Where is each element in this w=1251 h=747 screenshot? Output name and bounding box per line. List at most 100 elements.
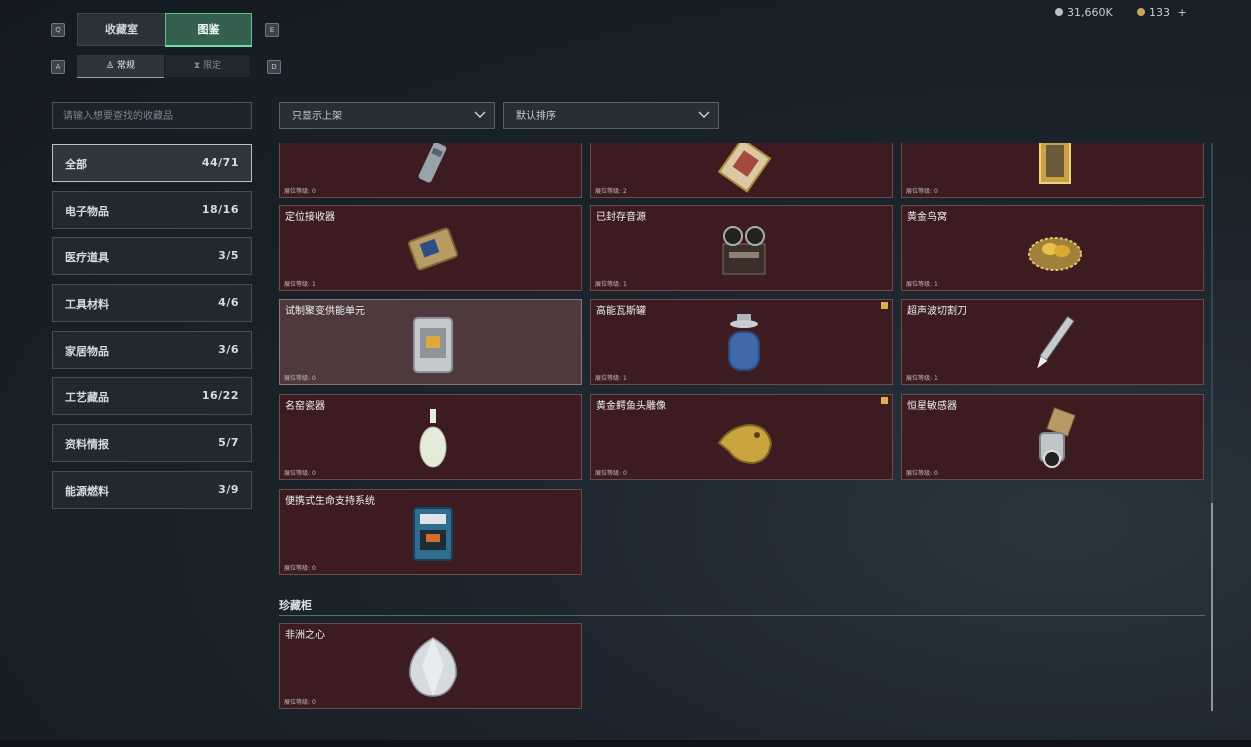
silver-amount: 31,660K — [1067, 6, 1113, 19]
category-energy[interactable]: 能源燃料 3/9 — [52, 471, 252, 509]
key-a: A — [51, 60, 65, 74]
fusion-unit-icon — [413, 317, 453, 373]
item-name: 名窑瓷器 — [285, 401, 325, 412]
tab-codex[interactable]: 图鉴 — [165, 13, 252, 47]
display-level: 展位等级: 0 — [906, 188, 938, 195]
key-q: Q — [51, 23, 65, 37]
life-support-icon — [413, 507, 453, 561]
category-label: 能源燃料 — [65, 485, 109, 498]
shelf-filter-value: 只显示上架 — [292, 111, 342, 122]
item-name: 黄金鸟窝 — [907, 212, 947, 223]
item-name: 超声波切割刀 — [907, 306, 967, 317]
tape-recorder-icon — [722, 226, 766, 275]
star-sensor-icon — [1039, 407, 1076, 468]
item-card[interactable]: 定位接收器 展位等级: 1 — [279, 205, 582, 291]
item-name: 高能瓦斯罐 — [596, 306, 646, 317]
category-label: 工具材料 — [65, 298, 109, 311]
category-crafts[interactable]: 工艺藏品 16/22 — [52, 377, 252, 415]
item-card[interactable]: 黄金鸟窝 展位等级: 1 — [901, 205, 1204, 291]
hourglass-icon: ⧗ — [193, 61, 201, 71]
item-card[interactable]: 展位等级: 0 — [279, 143, 582, 198]
item-card[interactable]: 已封存音源 展位等级: 1 — [590, 205, 893, 291]
category-label: 电子物品 — [65, 205, 109, 218]
painting-card-icon — [717, 143, 772, 193]
category-tools[interactable]: 工具材料 4/6 — [52, 284, 252, 322]
scrollbar-thumb[interactable] — [1211, 503, 1213, 711]
section-divider — [279, 615, 1205, 616]
item-card[interactable]: 便携式生命支持系统 展位等级: 0 — [279, 489, 582, 575]
flashlight-icon — [418, 143, 447, 183]
category-count: 3/9 — [218, 483, 239, 496]
key-e: E — [265, 23, 279, 37]
gold-coin-icon — [1137, 8, 1145, 16]
category-household[interactable]: 家居物品 3/6 — [52, 331, 252, 369]
treasure-section-title: 珍藏柜 — [279, 599, 312, 612]
category-label: 医疗道具 — [65, 251, 109, 264]
display-level: 展位等级: 1 — [906, 375, 938, 382]
display-level: 展位等级: 0 — [284, 470, 316, 477]
category-label: 资料情报 — [65, 438, 109, 451]
gold-statue-icon — [717, 423, 773, 465]
gold-amount: 133 — [1149, 6, 1170, 19]
item-name: 试制聚变供能单元 — [285, 306, 365, 317]
subtab-regular[interactable]: ♙ 常规 — [77, 55, 164, 78]
subtab-regular-label: 常规 — [116, 61, 135, 71]
item-card[interactable]: 展位等级: 2 — [590, 143, 893, 198]
category-count: 3/5 — [218, 249, 239, 262]
gas-tank-icon — [728, 314, 760, 371]
category-count: 3/6 — [218, 343, 239, 356]
search-input[interactable]: 请输入想要查找的收藏品 — [52, 102, 252, 129]
display-level: 展位等级: 1 — [595, 375, 627, 382]
warning-badge — [881, 302, 888, 309]
display-level: 展位等级: 2 — [595, 188, 627, 195]
bottom-bar — [0, 740, 1251, 747]
subtab-limited-label: 限定 — [203, 61, 222, 71]
flask-icon: ♙ — [106, 61, 115, 71]
tab-collection-room[interactable]: 收藏室 — [77, 13, 166, 46]
item-name: 恒星敏感器 — [907, 401, 957, 412]
category-all[interactable]: 全部 44/71 — [52, 144, 252, 182]
item-card[interactable]: 高能瓦斯罐 展位等级: 1 — [590, 299, 893, 385]
warning-badge — [881, 397, 888, 404]
item-name: 便携式生命支持系统 — [285, 496, 375, 507]
item-name: 非洲之心 — [285, 630, 325, 641]
item-card[interactable]: 展位等级: 0 — [901, 143, 1204, 198]
category-count: 44/71 — [201, 156, 239, 169]
display-level: 展位等级: 0 — [906, 470, 938, 477]
scrollbar[interactable] — [1211, 143, 1213, 711]
sort-dropdown[interactable]: 默认排序 — [503, 102, 719, 129]
item-card[interactable]: 名窑瓷器 展位等级: 0 — [279, 394, 582, 480]
item-card[interactable]: 恒星敏感器 展位等级: 0 — [901, 394, 1204, 480]
category-medical[interactable]: 医疗道具 3/5 — [52, 237, 252, 275]
subtab-limited[interactable]: ⧗ 限定 — [165, 55, 250, 77]
shelf-filter-dropdown[interactable]: 只显示上架 — [279, 102, 495, 129]
item-card[interactable]: 试制聚变供能单元 展位等级: 0 — [279, 299, 582, 385]
display-level: 展位等级: 0 — [284, 375, 316, 382]
category-count: 18/16 — [201, 203, 239, 216]
category-count: 16/22 — [201, 389, 239, 402]
silver-coin-icon — [1055, 8, 1063, 16]
item-name: 已封存音源 — [596, 212, 646, 223]
display-level: 展位等级: 0 — [284, 188, 316, 195]
add-currency-button[interactable]: + — [1178, 6, 1187, 19]
porcelain-vase-icon — [419, 409, 447, 468]
golden-nest-icon — [1028, 237, 1082, 271]
item-card[interactable]: 非洲之心 展位等级: 0 — [279, 623, 582, 709]
category-count: 5/7 — [218, 436, 239, 449]
item-card[interactable]: 超声波切割刀 展位等级: 1 — [901, 299, 1204, 385]
display-level: 展位等级: 0 — [595, 470, 627, 477]
category-label: 家居物品 — [65, 345, 109, 358]
category-label: 工艺藏品 — [65, 391, 109, 404]
chevron-down-icon — [474, 111, 486, 119]
diamond-icon — [409, 637, 457, 697]
key-d: D — [267, 60, 281, 74]
gold-currency: 133 + — [1137, 6, 1187, 19]
silver-currency: 31,660K — [1055, 6, 1113, 19]
display-level: 展位等级: 1 — [906, 281, 938, 288]
category-electronics[interactable]: 电子物品 18/16 — [52, 191, 252, 229]
item-card[interactable]: 黄金鳄鱼头雕像 展位等级: 0 — [590, 394, 893, 480]
golden-frame-icon — [1039, 143, 1071, 184]
category-intel[interactable]: 资料情报 5/7 — [52, 424, 252, 462]
chevron-down-icon — [698, 111, 710, 119]
display-level: 展位等级: 1 — [284, 281, 316, 288]
